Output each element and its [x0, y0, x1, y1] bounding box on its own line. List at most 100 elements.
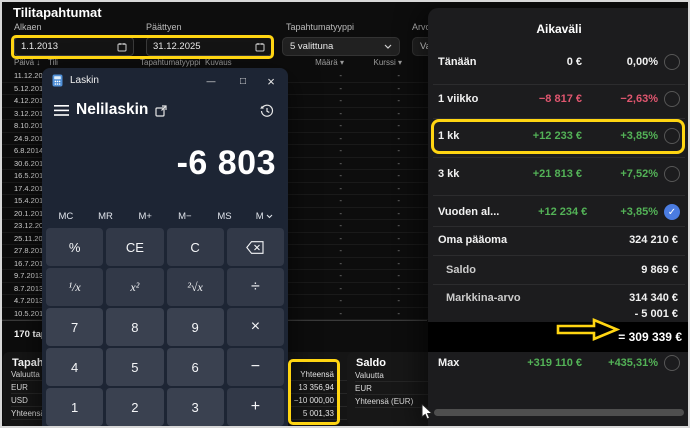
calculator-window: Laskin — □ × Nelilaskin -6 803 MC MR M+ … — [42, 68, 288, 428]
period-percent: +3,85% — [586, 130, 658, 142]
percent-key[interactable]: % — [46, 228, 103, 266]
digit-4-key[interactable]: 4 — [46, 348, 103, 386]
saldo-panel-title: Saldo — [356, 357, 386, 369]
row-maara: - — [339, 84, 342, 93]
period-amount: +12 233 € — [487, 130, 582, 142]
period-amount: +12 234 € — [499, 206, 587, 218]
add-key[interactable]: + — [227, 388, 284, 426]
end-date-input[interactable]: 31.12.2025 — [146, 37, 272, 56]
period-percent: +3,85% — [591, 206, 658, 218]
maximize-button[interactable]: □ — [230, 68, 256, 94]
row-maara: - — [339, 71, 342, 80]
digit-3-key[interactable]: 3 — [167, 388, 224, 426]
equity-value: 324 210 € — [629, 234, 678, 246]
summary-value: 5 001,33 — [303, 409, 334, 418]
period-percent: +435,31% — [586, 357, 658, 369]
minimize-button[interactable]: — — [198, 68, 224, 94]
row-date: 8.7.2013 — [14, 284, 43, 293]
column-header-maara[interactable]: Määrä ▾ — [315, 58, 344, 67]
column-header-paiva[interactable]: Päivä ↓ — [14, 58, 40, 67]
memory-flyout-button[interactable]: M — [244, 206, 284, 226]
memory-add-button[interactable]: M+ — [125, 206, 165, 226]
square-key[interactable]: x² — [106, 268, 163, 306]
period-row-1-kk[interactable]: 1 kk +12 233 € +3,85% — [428, 122, 690, 150]
period-radio[interactable] — [664, 166, 680, 182]
backspace-key[interactable] — [227, 228, 284, 266]
row-maara: - — [339, 134, 342, 143]
period-row-vuoden-alusta[interactable]: Vuoden al... +12 234 € +3,85% ✓ — [428, 198, 690, 226]
period-amount: −8 817 € — [487, 93, 582, 105]
calculator-titlebar[interactable]: Laskin — □ × — [42, 68, 288, 94]
period-radio[interactable] — [664, 355, 680, 371]
history-icon[interactable] — [260, 104, 274, 118]
row-maara: - — [339, 309, 342, 318]
row-maara: - — [339, 246, 342, 255]
digit-9-key[interactable]: 9 — [167, 308, 224, 346]
column-header-kuvaus[interactable]: Kuvaus — [205, 58, 232, 67]
row-kurssi: - — [397, 171, 400, 180]
menu-hamburger-icon[interactable] — [54, 105, 69, 116]
filter-chevron-icon: ▾ — [340, 58, 344, 67]
row-maara: - — [339, 171, 342, 180]
digit-7-key[interactable]: 7 — [46, 308, 103, 346]
row-maara: - — [339, 284, 342, 293]
row-kurssi: - — [397, 159, 400, 168]
period-row-1-viikko[interactable]: 1 viikko −8 817 € −2,63% — [428, 85, 690, 113]
period-radio-selected[interactable]: ✓ — [664, 204, 680, 220]
memory-recall-button[interactable]: MR — [86, 206, 126, 226]
period-radio[interactable] — [664, 91, 680, 107]
row-maara: - — [339, 259, 342, 268]
clear-entry-key[interactable]: CE — [106, 228, 163, 266]
column-header-kurssi[interactable]: Kurssi ▾ — [374, 58, 402, 67]
keep-on-top-icon[interactable] — [155, 104, 168, 117]
digit-6-key[interactable]: 6 — [167, 348, 224, 386]
memory-clear-button[interactable]: MC — [46, 206, 86, 226]
filter-chevron-icon: ▾ — [398, 58, 402, 67]
column-header-tili[interactable]: Tili — [48, 58, 58, 67]
row-maara: - — [339, 184, 342, 193]
divide-key[interactable]: ÷ — [227, 268, 284, 306]
calendar-icon[interactable] — [117, 42, 127, 52]
currency-column-label: Valuutta — [355, 371, 384, 380]
period-radio[interactable] — [664, 128, 680, 144]
row-kurssi: - — [397, 246, 400, 255]
square-root-key[interactable]: ²√x — [167, 268, 224, 306]
row-maara: - — [339, 96, 342, 105]
subtract-key[interactable]: − — [227, 348, 284, 386]
period-radio[interactable] — [664, 54, 680, 70]
row-kurssi: - — [397, 109, 400, 118]
period-row-3-kk[interactable]: 3 kk +21 813 € +7,52% — [428, 160, 690, 188]
digit-2-key[interactable]: 2 — [106, 388, 163, 426]
horizontal-scrollbar[interactable] — [434, 409, 684, 416]
row-kurssi: - — [397, 134, 400, 143]
equity-row-saldo: Saldo 9 869 € — [428, 257, 690, 283]
memory-subtract-button[interactable]: M− — [165, 206, 205, 226]
summary-value: 13 356,94 — [298, 383, 334, 392]
calculator-display: -6 803 — [42, 140, 276, 186]
reciprocal-key[interactable]: ¹/x — [46, 268, 103, 306]
start-date-input[interactable]: 1.1.2013 — [14, 37, 134, 56]
alkaen-label: Alkaen — [14, 22, 42, 32]
period-percent: +7,52% — [586, 168, 658, 180]
adjustment-row: - 5 001 € — [428, 305, 690, 323]
calendar-icon[interactable] — [255, 42, 265, 52]
column-header-tapahtumatyyppi[interactable]: Tapahtumatyyppi — [140, 58, 200, 67]
row-kurssi: - — [397, 184, 400, 193]
digit-5-key[interactable]: 5 — [106, 348, 163, 386]
chevron-down-icon — [266, 214, 273, 219]
period-row-max[interactable]: Max +319 110 € +435,31% — [428, 349, 690, 377]
clear-key[interactable]: C — [167, 228, 224, 266]
equity-row-oma-paaoma: Oma pääoma 324 210 € — [428, 227, 690, 253]
digit-1-key[interactable]: 1 — [46, 388, 103, 426]
multiply-key[interactable]: × — [227, 308, 284, 346]
aikavali-title: Aikaväli — [428, 22, 690, 36]
result-value: = 309 339 € — [618, 330, 682, 344]
period-row-tanaan[interactable]: Tänään 0 € 0,00% — [428, 48, 690, 76]
row-kurssi: - — [397, 296, 400, 305]
close-button[interactable]: × — [258, 68, 284, 94]
calculator-window-title: Laskin — [70, 75, 99, 86]
digit-8-key[interactable]: 8 — [106, 308, 163, 346]
period-percent: −2,63% — [586, 93, 658, 105]
transaction-type-dropdown[interactable]: 5 valittuna — [282, 37, 400, 56]
memory-store-button[interactable]: MS — [205, 206, 245, 226]
